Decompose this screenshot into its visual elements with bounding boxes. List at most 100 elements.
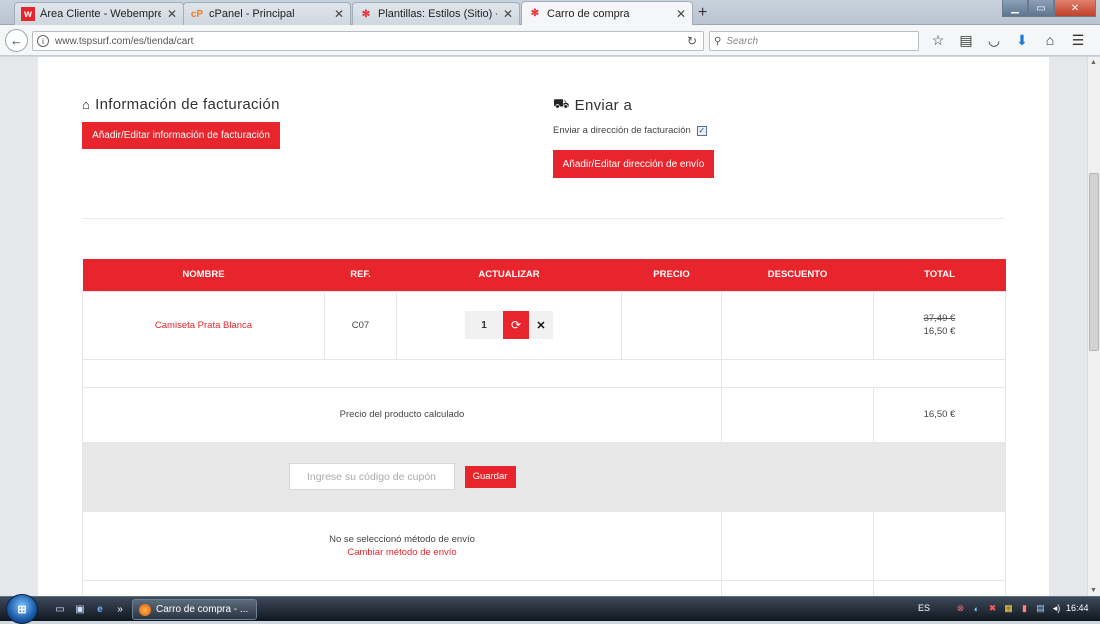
tab-plantillas[interactable]: ✻ Plantillas: Estilos (Sitio) - T... ✕ bbox=[352, 2, 520, 25]
shipping-method-row: No se seleccionó método de envío Cambiar… bbox=[82, 510, 1006, 581]
price-cell bbox=[621, 290, 722, 360]
product-ref: C07 bbox=[324, 290, 397, 360]
quantity-cell: 1 ⟳ ✕ bbox=[396, 290, 622, 360]
device-icon[interactable]: ▮ bbox=[1018, 602, 1031, 615]
scroll-down-icon[interactable]: ▼ bbox=[1090, 587, 1097, 594]
maximize-button[interactable]: ▭ bbox=[1028, 0, 1054, 17]
url-bar[interactable]: i www.tspsurf.com/es/tienda/cart ↻ bbox=[32, 31, 704, 51]
truck-icon: ⛟ bbox=[553, 96, 570, 111]
taskbar-firefox-window[interactable]: Carro de compra - ... bbox=[132, 599, 257, 620]
search-placeholder: Search bbox=[726, 35, 759, 47]
alert-icon[interactable]: ✖ bbox=[986, 602, 999, 615]
coupon-form: Ingrese su código de cupón Guardar bbox=[83, 463, 721, 490]
tab-carro-de-compra[interactable]: ✻ Carro de compra ✕ bbox=[521, 1, 693, 25]
total-cell: 37,49 € 16,50 € bbox=[873, 290, 1006, 360]
ship-to-billing-checkbox[interactable]: ✓ bbox=[696, 125, 707, 136]
volume-icon[interactable]: ◂) bbox=[1050, 602, 1063, 615]
language-indicator[interactable]: ES bbox=[918, 603, 930, 613]
home-icon: ⌂ bbox=[82, 97, 91, 112]
table-row: Precio del producto calculado 16,50 € bbox=[82, 386, 1006, 443]
billing-heading: ⌂ Información de facturación bbox=[82, 96, 280, 113]
search-icon: ⚲ bbox=[714, 35, 722, 47]
navigation-toolbar: ← i www.tspsurf.com/es/tienda/cart ↻ ⚲ S… bbox=[0, 25, 1100, 56]
coupon-row: Ingrese su código de cupón Guardar bbox=[82, 441, 1006, 512]
quick-launch: ▭ ▣ e » bbox=[52, 601, 128, 617]
shipping-title: Enviar a bbox=[574, 96, 633, 114]
menu-icon[interactable]: ☰ bbox=[1068, 30, 1088, 50]
toolbar-icons: ☆ ▤ ◡ ⬇ ⌂ ☰ bbox=[928, 30, 1088, 50]
start-button[interactable]: ⊞ bbox=[6, 594, 38, 624]
page-content: ⌂ Información de facturación Añadir/Edit… bbox=[38, 57, 1049, 596]
close-tab-icon[interactable]: ✕ bbox=[676, 7, 686, 21]
joomla-icon: ✻ bbox=[361, 8, 371, 20]
internet-explorer-icon[interactable]: e bbox=[92, 601, 108, 617]
firefox-icon bbox=[139, 603, 151, 616]
item-total: 16,50 € bbox=[923, 326, 956, 337]
refresh-quantity-icon[interactable]: ⟳ bbox=[503, 311, 529, 339]
new-tab-button[interactable]: + bbox=[698, 4, 707, 22]
remove-item-icon[interactable]: ✕ bbox=[529, 311, 553, 339]
coupon-input[interactable]: Ingrese su código de cupón bbox=[288, 463, 455, 490]
edit-billing-button[interactable]: Añadir/Editar información de facturación bbox=[82, 122, 280, 149]
switch-windows-icon[interactable]: ▣ bbox=[72, 601, 88, 617]
network-icon[interactable]: ▤ bbox=[1034, 602, 1047, 615]
no-shipping-text: No se seleccionó método de envío bbox=[329, 533, 475, 545]
security-icon[interactable]: ⊗ bbox=[954, 602, 967, 615]
minimize-button[interactable]: ▁ bbox=[1002, 0, 1028, 17]
info-icon[interactable]: i bbox=[37, 35, 49, 47]
show-desktop-icon[interactable]: ▭ bbox=[52, 601, 68, 617]
tab-area-cliente[interactable]: w Área Cliente - Webempres... ✕ bbox=[14, 2, 184, 25]
chevron-right-icon[interactable]: » bbox=[112, 601, 128, 617]
change-shipping-link[interactable]: Cambiar método de envío bbox=[83, 547, 721, 558]
original-price: 37,49 € bbox=[923, 313, 956, 324]
system-tray: ⊗ ◐ ✖ ▦ ▮ ▤ ◂) bbox=[954, 602, 1063, 615]
quantity-input[interactable]: 1 bbox=[465, 311, 503, 339]
discount-cell bbox=[721, 290, 874, 360]
product-link[interactable]: Camiseta Prata Blanca bbox=[155, 320, 252, 331]
vertical-scrollbar[interactable]: ▲ ▼ bbox=[1087, 57, 1100, 596]
table-row bbox=[82, 579, 1006, 596]
tab-label: cPanel - Principal bbox=[209, 8, 295, 20]
ship-to-billing-label: Enviar a dirección de facturación bbox=[553, 125, 691, 136]
tab-cpanel[interactable]: cP cPanel - Principal ✕ bbox=[183, 2, 351, 25]
browser-tab-strip: w Área Cliente - Webempres... ✕ cP cPane… bbox=[0, 0, 1100, 25]
close-window-button[interactable]: ✕ bbox=[1054, 0, 1096, 17]
edit-shipping-button[interactable]: Añadir/Editar dirección de envío bbox=[553, 150, 714, 178]
pocket-icon[interactable]: ◡ bbox=[984, 30, 1004, 50]
sync-icon[interactable]: ◐ bbox=[970, 602, 983, 615]
save-coupon-button[interactable]: Guardar bbox=[464, 465, 516, 488]
scroll-up-icon[interactable]: ▲ bbox=[1090, 59, 1097, 66]
col-header-update: ACTUALIZAR bbox=[396, 259, 622, 291]
reload-icon[interactable]: ↻ bbox=[687, 34, 697, 48]
col-header-name: NOMBRE bbox=[82, 259, 325, 291]
home-icon[interactable]: ⌂ bbox=[1040, 30, 1060, 50]
window-controls: ▁ ▭ ✕ bbox=[1002, 0, 1096, 17]
col-header-discount: DESCUENTO bbox=[721, 259, 874, 291]
calc-total: 16,50 € bbox=[873, 386, 1006, 443]
page-viewport: ⌂ Información de facturación Añadir/Edit… bbox=[0, 57, 1087, 596]
table-row bbox=[82, 358, 1006, 388]
calc-label: Precio del producto calculado bbox=[82, 386, 722, 443]
scrollbar-thumb[interactable] bbox=[1089, 173, 1099, 351]
shipping-heading: ⛟ Enviar a bbox=[553, 96, 632, 114]
col-header-total: TOTAL bbox=[873, 259, 1006, 291]
cart-table: NOMBRE REF. ACTUALIZAR PRECIO DESCUENTO … bbox=[82, 259, 1006, 596]
taskbar: ⊞ ▭ ▣ e » Carro de compra - ... ES ⊗ ◐ ✖… bbox=[0, 594, 1100, 624]
cpanel-icon: cP bbox=[190, 8, 204, 20]
col-header-price: PRECIO bbox=[621, 259, 722, 291]
close-tab-icon[interactable]: ✕ bbox=[334, 7, 344, 21]
close-tab-icon[interactable]: ✕ bbox=[503, 7, 513, 21]
search-input[interactable]: ⚲ Search bbox=[709, 31, 919, 51]
back-button[interactable]: ← bbox=[5, 29, 28, 52]
bookmark-star-icon[interactable]: ☆ bbox=[928, 30, 948, 50]
close-tab-icon[interactable]: ✕ bbox=[167, 7, 177, 21]
app-tray-icon[interactable]: ▦ bbox=[1002, 602, 1015, 615]
col-header-ref: REF. bbox=[324, 259, 397, 291]
webempresa-icon: w bbox=[21, 7, 35, 21]
download-icon[interactable]: ⬇ bbox=[1012, 30, 1032, 50]
section-divider bbox=[82, 218, 1005, 219]
tab-label: Área Cliente - Webempres... bbox=[40, 8, 161, 20]
joomla-icon: ✻ bbox=[530, 8, 540, 19]
reading-list-icon[interactable]: ▤ bbox=[956, 30, 976, 50]
clock[interactable]: 16:44 bbox=[1066, 603, 1089, 613]
